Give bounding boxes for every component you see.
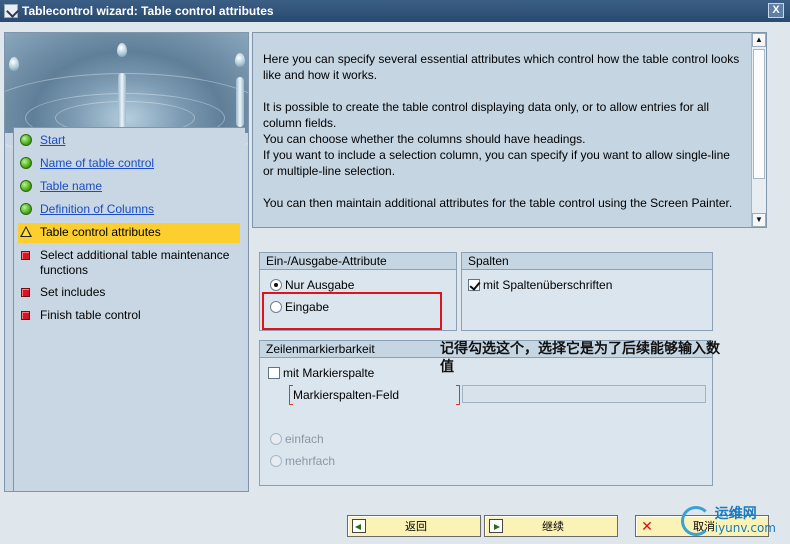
warning-triangle-icon bbox=[20, 226, 32, 237]
close-button[interactable]: X bbox=[768, 3, 784, 18]
description-paragraph: You can then maintain additional attribu… bbox=[263, 196, 733, 210]
window-titlebar: Tablecontrol wizard: Table control attri… bbox=[0, 0, 790, 22]
step-link[interactable]: Definition of Columns bbox=[40, 202, 154, 217]
pending-status-icon bbox=[21, 251, 30, 260]
next-button-label: 继续 bbox=[542, 521, 564, 533]
step-set-includes: Set includes bbox=[18, 285, 240, 300]
description-paragraph: Here you can specify several essential a… bbox=[263, 52, 740, 82]
wizard-steps-panel: Start Name of table control Table name D… bbox=[4, 32, 249, 492]
step-additional-maintenance-functions: Select additional table maintenance func… bbox=[18, 248, 240, 278]
back-arrow-icon bbox=[352, 519, 366, 533]
group-title: Spalten bbox=[462, 253, 712, 270]
step-definition-of-columns[interactable]: Definition of Columns bbox=[18, 202, 240, 217]
watermark-url: iyunv.com bbox=[714, 521, 776, 535]
swirl-logo-icon bbox=[680, 506, 711, 536]
mark-column-field-input[interactable] bbox=[462, 385, 706, 403]
description-box: Here you can specify several essential a… bbox=[252, 32, 767, 228]
radio-button[interactable] bbox=[270, 279, 282, 291]
radio-label: mehrfach bbox=[285, 454, 336, 468]
checkbox-label: mit Markierspalte bbox=[283, 366, 375, 380]
step-list: Start Name of table control Table name D… bbox=[13, 127, 245, 491]
annotation-note: 记得勾选这个，选择它是为了后续能够输入数值 bbox=[440, 341, 720, 375]
done-status-icon bbox=[20, 134, 32, 146]
pending-status-icon bbox=[21, 311, 30, 320]
cancel-x-icon: ✕ bbox=[641, 518, 653, 534]
radio-button[interactable] bbox=[270, 433, 282, 445]
description-scrollbar[interactable]: ▲ ▼ bbox=[751, 33, 766, 227]
done-status-icon bbox=[20, 157, 32, 169]
watermark-logo: 运维网 iyunv.com bbox=[680, 506, 776, 536]
radio-label: Nur Ausgabe bbox=[285, 278, 355, 292]
scroll-thumb[interactable] bbox=[753, 49, 765, 179]
step-finish-table-control: Finish table control bbox=[18, 308, 240, 323]
next-arrow-icon bbox=[489, 519, 503, 533]
group-title: Ein-/Ausgabe-Attribute bbox=[260, 253, 456, 270]
step-table-control-attributes: Table control attributes bbox=[18, 223, 240, 243]
description-paragraph: You can choose whether the columns shoul… bbox=[263, 132, 586, 146]
description-paragraph: If you want to include a selection colum… bbox=[263, 148, 730, 178]
checkbox-mark-column[interactable]: mit Markierspalte bbox=[268, 366, 374, 380]
step-link[interactable]: Table name bbox=[40, 179, 102, 194]
checkbox[interactable] bbox=[468, 279, 480, 291]
done-status-icon bbox=[20, 180, 32, 192]
field-bracket-right bbox=[456, 385, 460, 405]
step-label: Finish table control bbox=[40, 308, 141, 322]
step-table-name[interactable]: Table name bbox=[18, 179, 240, 194]
watermark-name: 运维网 bbox=[714, 506, 757, 522]
step-link[interactable]: Start bbox=[40, 133, 65, 148]
checkbox-label: mit Spaltenüberschriften bbox=[483, 278, 613, 292]
radio-nur-ausgabe[interactable]: Nur Ausgabe bbox=[270, 278, 354, 292]
mark-column-field-label: Markierspalten-Feld bbox=[293, 388, 400, 402]
window-title: Tablecontrol wizard: Table control attri… bbox=[22, 4, 274, 18]
water-drop-image bbox=[5, 33, 248, 163]
done-status-icon bbox=[20, 203, 32, 215]
pending-status-icon bbox=[21, 288, 30, 297]
back-button-label: 返回 bbox=[405, 521, 427, 533]
edit-icon bbox=[4, 4, 18, 18]
description-text: Here you can specify several essential a… bbox=[263, 51, 743, 227]
step-start[interactable]: Start bbox=[18, 133, 240, 148]
step-link[interactable]: Name of table control bbox=[40, 156, 154, 171]
columns-group: Spalten mit Spaltenüberschriften bbox=[461, 252, 713, 331]
radio-label: einfach bbox=[285, 432, 324, 446]
step-label: Set includes bbox=[40, 285, 106, 299]
description-paragraph: It is possible to create the table contr… bbox=[263, 100, 710, 130]
radio-button[interactable] bbox=[270, 455, 282, 467]
radio-einfach[interactable]: einfach bbox=[270, 432, 324, 446]
back-button[interactable]: 返回 bbox=[347, 515, 481, 537]
scroll-up-arrow-icon[interactable]: ▲ bbox=[752, 33, 766, 47]
step-label: Table control attributes bbox=[40, 225, 161, 239]
scroll-down-arrow-icon[interactable]: ▼ bbox=[752, 213, 766, 227]
checkbox[interactable] bbox=[268, 367, 280, 379]
checkbox-column-headings[interactable]: mit Spaltenüberschriften bbox=[468, 278, 612, 292]
step-name-of-table-control[interactable]: Name of table control bbox=[18, 156, 240, 171]
highlight-box bbox=[262, 292, 442, 330]
radio-mehrfach[interactable]: mehrfach bbox=[270, 454, 335, 468]
step-label: Select additional table maintenance func… bbox=[40, 248, 230, 277]
next-button[interactable]: 继续 bbox=[484, 515, 618, 537]
